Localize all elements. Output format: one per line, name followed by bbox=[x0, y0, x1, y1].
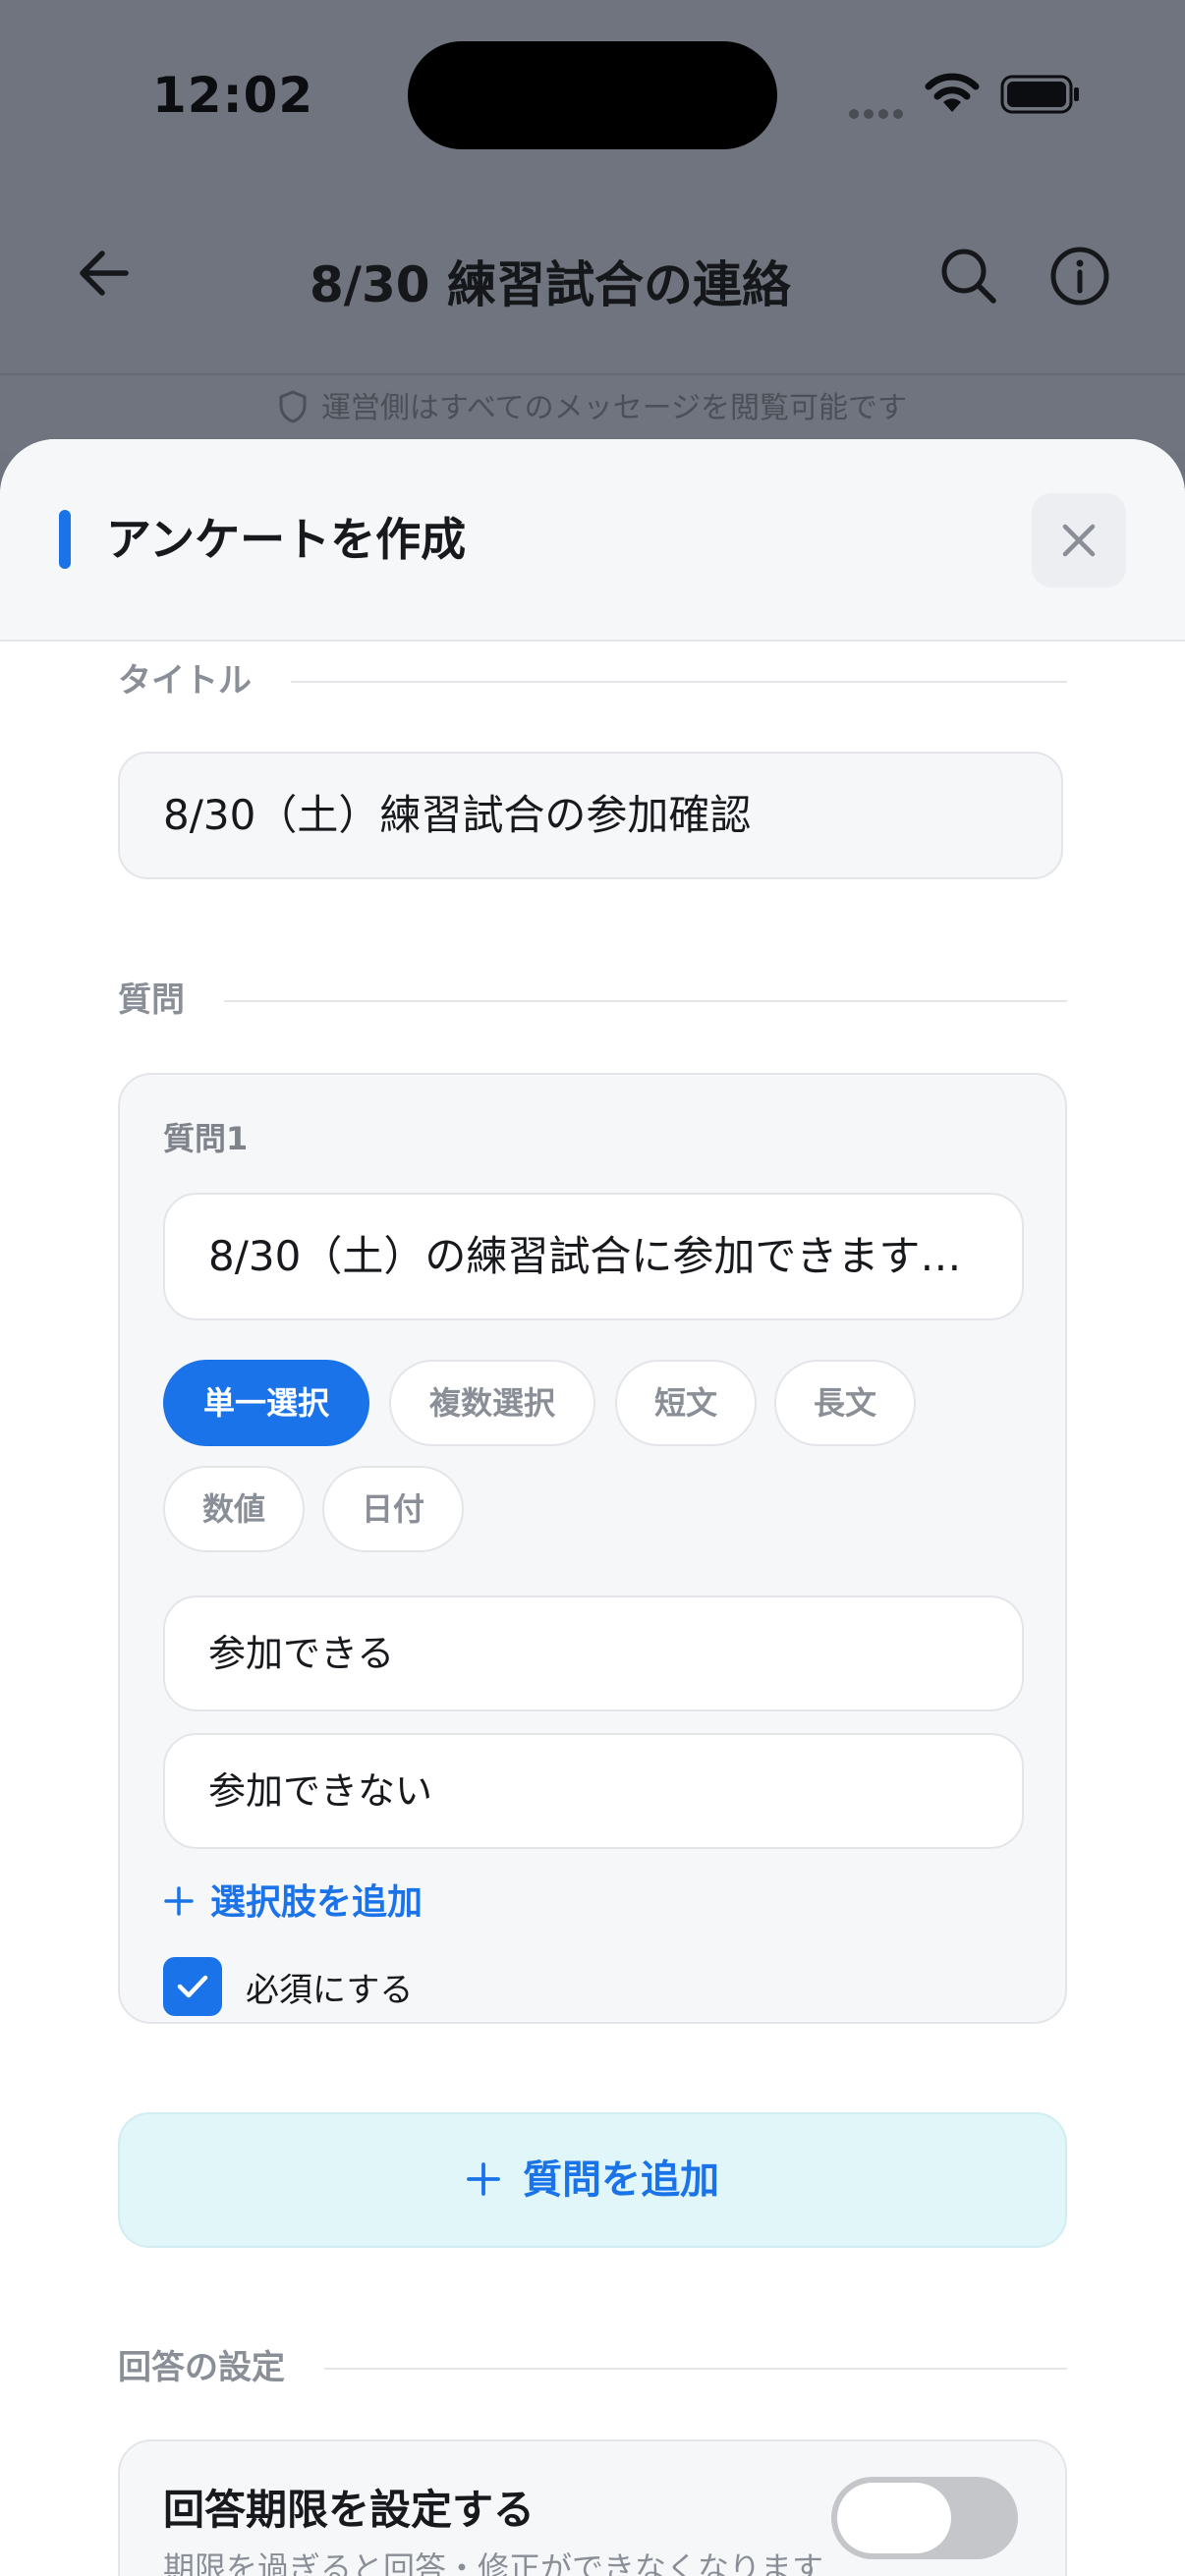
wifi-icon bbox=[925, 73, 980, 112]
option-input-2[interactable]: 参加できない bbox=[163, 1733, 1024, 1849]
add-question-button[interactable]: 質問を追加 bbox=[118, 2112, 1067, 2248]
question-text-input[interactable]: 8/30（土）の練習試合に参加できますか？ bbox=[163, 1193, 1024, 1320]
option-input-1[interactable]: 参加できる bbox=[163, 1596, 1024, 1711]
privacy-notice-text: 運営側はすべてのメッセージを閲覧可能です bbox=[320, 391, 908, 425]
add-option-button[interactable]: 選択肢を追加 bbox=[163, 1878, 423, 1928]
type-chip-date[interactable]: 日付 bbox=[322, 1466, 464, 1552]
close-button[interactable] bbox=[1032, 493, 1126, 588]
required-checkbox[interactable] bbox=[163, 1957, 222, 2016]
type-chip-number[interactable]: 数値 bbox=[163, 1466, 305, 1552]
chat-title: 8/30 練習試合の連絡 bbox=[309, 256, 792, 313]
background-chat-screen: 12:02 8/30 練習試合の連絡 運営側はすべてのメッセージを閲覧可能です bbox=[0, 0, 1185, 452]
status-time: 12:02 bbox=[152, 67, 314, 124]
add-question-label: 質問を追加 bbox=[523, 2157, 719, 2203]
sheet-title: アンケートを作成 bbox=[106, 513, 467, 566]
privacy-notice: 運営側はすべてのメッセージを閲覧可能です bbox=[0, 383, 1185, 426]
status-bar: 12:02 bbox=[0, 0, 1185, 187]
type-chip-multiple-choice[interactable]: 複数選択 bbox=[389, 1360, 595, 1446]
deadline-toggle[interactable] bbox=[831, 2477, 1018, 2559]
check-icon bbox=[177, 1975, 208, 1998]
toggle-knob bbox=[837, 2483, 951, 2553]
question-card: 質問1 8/30（土）の練習試合に参加できますか？ 単一選択 複数選択 短文 長… bbox=[118, 1073, 1067, 2024]
cellular-signal-icon bbox=[849, 104, 908, 119]
create-survey-sheet: アンケートを作成 タイトル 8/30（土）練習試合の参加確認 質問 質問1 8/… bbox=[0, 439, 1185, 2576]
survey-title-input[interactable]: 8/30（土）練習試合の参加確認 bbox=[118, 752, 1063, 879]
title-section-label: タイトル bbox=[118, 659, 291, 702]
answer-settings-label: 回答の設定 bbox=[118, 2346, 324, 2389]
type-chip-single-choice[interactable]: 単一選択 bbox=[163, 1360, 369, 1446]
deadline-setting-card: 回答期限を設定する 期限を過ぎると回答・修正ができなくなります bbox=[118, 2439, 1067, 2576]
type-chip-long-text[interactable]: 長文 bbox=[774, 1360, 916, 1446]
plus-icon bbox=[164, 1886, 194, 1916]
info-icon[interactable] bbox=[1049, 246, 1110, 307]
add-option-label: 選択肢を追加 bbox=[210, 1882, 423, 1923]
type-chip-short-text[interactable]: 短文 bbox=[615, 1360, 757, 1446]
battery-icon bbox=[1000, 75, 1079, 114]
questions-section-label: 質問 bbox=[118, 979, 224, 1022]
questions-section-divider bbox=[118, 1000, 1067, 1002]
required-label: 必須にする bbox=[246, 1971, 414, 2010]
question-number-label: 質問1 bbox=[163, 1120, 249, 1157]
search-icon[interactable] bbox=[938, 246, 997, 305]
deadline-title: 回答期限を設定する bbox=[163, 2486, 536, 2534]
dynamic-island bbox=[408, 41, 777, 149]
back-arrow-icon[interactable] bbox=[77, 246, 132, 301]
title-accent-bar bbox=[59, 510, 71, 569]
shield-icon bbox=[279, 390, 307, 423]
close-icon bbox=[1062, 524, 1096, 557]
sheet-header: アンケートを作成 bbox=[0, 439, 1185, 642]
plus-icon bbox=[467, 2162, 500, 2196]
deadline-description: 期限を過ぎると回答・修正ができなくなります bbox=[163, 2549, 824, 2576]
